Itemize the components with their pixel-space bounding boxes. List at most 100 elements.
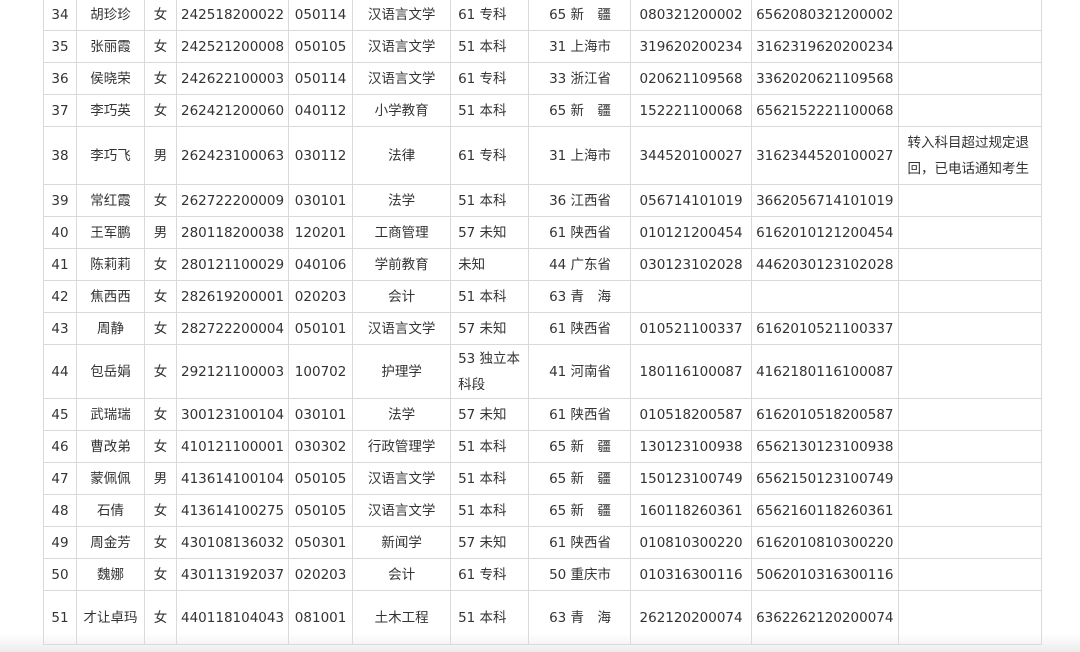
cell-name: 周金芳 <box>76 526 145 559</box>
cell-province: 61 陕西省 <box>528 398 632 431</box>
cell-reg-no: 6562152221100068 <box>751 94 899 127</box>
cell-reg-no: 6162010518200587 <box>751 398 899 431</box>
cell-gender: 女 <box>144 558 177 591</box>
cell-name: 常红霞 <box>76 184 145 217</box>
cell-major: 汉语言文学 <box>352 30 452 63</box>
cell-major: 汉语言文学 <box>352 494 452 527</box>
cell-major-code: 081001 <box>288 590 354 645</box>
cell-no: 39 <box>43 184 77 217</box>
table-row: 34 胡珍珍女 242518200022 050114 汉语言文学 61 专科 65 新 疆… <box>43 0 1042 31</box>
cell-cert-no: 010521100337 <box>630 312 753 345</box>
cell-province: 41 河南省 <box>528 344 632 399</box>
cell-cert-no: 030123102028 <box>630 248 753 281</box>
cell-name: 张丽霞 <box>76 30 145 63</box>
cell-cert-no: 010316300116 <box>630 558 753 591</box>
cell-level: 61 专科 <box>450 0 530 31</box>
cell-level: 53 独立本科段 <box>450 344 530 399</box>
cell-reg-no: 3162344520100027 <box>751 126 899 185</box>
cell-province: 63 青 海 <box>528 280 632 313</box>
cell-name: 包岳娟 <box>76 344 145 399</box>
cell-note <box>897 558 1042 591</box>
cell-major-code: 030302 <box>288 430 354 463</box>
cell-reg-no: 5062010316300116 <box>751 558 899 591</box>
cell-no: 35 <box>43 30 77 63</box>
cell-note <box>897 216 1042 249</box>
cell-note <box>897 30 1042 63</box>
table-row: 51 才让卓玛女 440118104043 081001 土木工程 51 本科 63 青 海… <box>43 590 1042 645</box>
cell-level: 51 本科 <box>450 462 530 495</box>
cell-province: 65 新 疆 <box>528 462 632 495</box>
cell-cert-no: 020621109568 <box>630 62 753 95</box>
cell-exam-id: 292121100003 <box>175 344 290 399</box>
cell-note <box>897 494 1042 527</box>
cell-gender: 男 <box>144 462 177 495</box>
cell-level: 57 未知 <box>450 398 530 431</box>
cell-level: 57 未知 <box>450 312 530 345</box>
cell-gender: 女 <box>144 526 177 559</box>
cell-major: 会计 <box>352 280 452 313</box>
cell-reg-no: 6162010810300220 <box>751 526 899 559</box>
cell-name: 石倩 <box>76 494 145 527</box>
cell-note <box>897 430 1042 463</box>
cell-no: 36 <box>43 62 77 95</box>
cell-name: 李巧飞 <box>76 126 145 185</box>
cell-note <box>897 398 1042 431</box>
cell-note <box>897 94 1042 127</box>
cell-province: 33 浙江省 <box>528 62 632 95</box>
table-row: 36 侯晓荣女 242622100003 050114 汉语言文学 61 专科 33 浙江省… <box>43 62 1042 95</box>
table-row: 35 张丽霞女 242521200008 050105 汉语言文学 51 本科 31 上海市… <box>43 30 1042 63</box>
cell-name: 魏娜 <box>76 558 145 591</box>
cell-gender: 女 <box>144 30 177 63</box>
cell-exam-id: 262421200060 <box>175 94 290 127</box>
cell-no: 37 <box>43 94 77 127</box>
cell-major-code: 030112 <box>288 126 354 185</box>
cell-province: 44 广东省 <box>528 248 632 281</box>
cell-level: 61 专科 <box>450 126 530 185</box>
cell-gender: 女 <box>144 312 177 345</box>
cell-name: 焦西西 <box>76 280 145 313</box>
cell-major-code: 040106 <box>288 248 354 281</box>
cell-exam-id: 410121100001 <box>175 430 290 463</box>
cell-gender: 女 <box>144 62 177 95</box>
cell-cert-no: 180116100087 <box>630 344 753 399</box>
cell-level: 51 本科 <box>450 430 530 463</box>
cell-major: 学前教育 <box>352 248 452 281</box>
cell-no: 46 <box>43 430 77 463</box>
cell-exam-id: 282722200004 <box>175 312 290 345</box>
table-body: 34 胡珍珍女 242518200022 050114 汉语言文学 61 专科 65 新 疆… <box>43 0 1042 645</box>
cell-province: 31 上海市 <box>528 30 632 63</box>
cell-level: 51 本科 <box>450 590 530 645</box>
cell-cert-no: 010121200454 <box>630 216 753 249</box>
cell-no: 41 <box>43 248 77 281</box>
cell-exam-id: 262722200009 <box>175 184 290 217</box>
cell-no: 42 <box>43 280 77 313</box>
cell-level: 51 本科 <box>450 94 530 127</box>
cell-province: 61 陕西省 <box>528 216 632 249</box>
cell-reg-no: 3162319620200234 <box>751 30 899 63</box>
cell-no: 40 <box>43 216 77 249</box>
cell-major-code: 050301 <box>288 526 354 559</box>
cell-major: 会计 <box>352 558 452 591</box>
cell-major-code: 050101 <box>288 312 354 345</box>
cell-exam-id: 262423100063 <box>175 126 290 185</box>
table-row: 48 石倩女 413614100275 050105 汉语言文学 51 本科 65 新 疆1… <box>43 494 1042 527</box>
cell-level: 57 未知 <box>450 216 530 249</box>
cell-major-code: 020203 <box>288 280 354 313</box>
cell-reg-no: 3362020621109568 <box>751 62 899 95</box>
cell-no: 51 <box>43 590 77 645</box>
cell-major: 汉语言文学 <box>352 62 452 95</box>
cell-province: 50 重庆市 <box>528 558 632 591</box>
cell-note <box>897 590 1042 645</box>
cell-cert-no: 262120200074 <box>630 590 753 645</box>
cell-gender: 女 <box>144 398 177 431</box>
cell-major: 小学教育 <box>352 94 452 127</box>
table-row: 46 曹改弟女 410121100001 030302 行政管理学 51 本科 65 新 疆… <box>43 430 1042 463</box>
cell-province: 61 陕西省 <box>528 526 632 559</box>
cell-no: 34 <box>43 0 77 31</box>
cell-gender: 女 <box>144 248 177 281</box>
cell-level: 51 本科 <box>450 30 530 63</box>
cell-gender: 男 <box>144 216 177 249</box>
cell-major: 法学 <box>352 398 452 431</box>
cell-name: 蒙佩佩 <box>76 462 145 495</box>
table-row: 50 魏娜女 430113192037 020203 会计 61 专科 50 重庆市 0103… <box>43 558 1042 591</box>
